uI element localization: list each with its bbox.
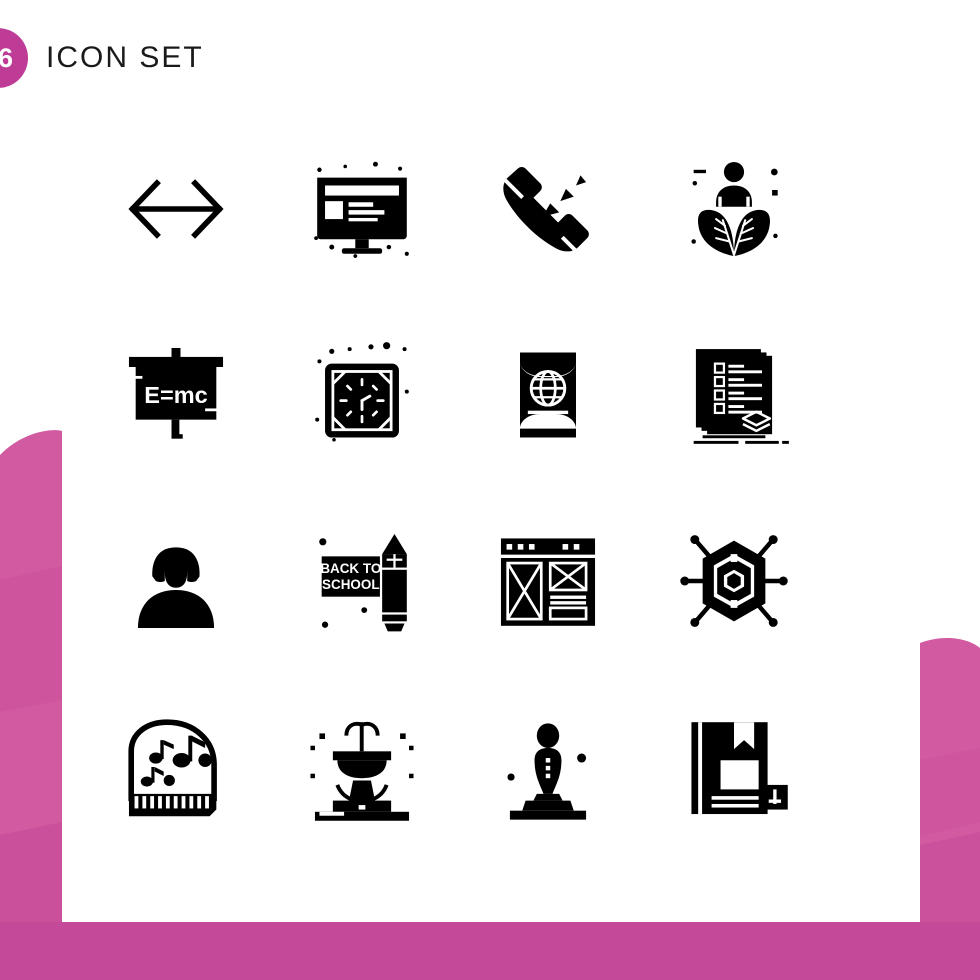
icon-cell-1[interactable]: [83, 116, 269, 302]
icon-cell-12[interactable]: [641, 488, 827, 674]
deco-left-column-shade-low: [0, 822, 62, 922]
square-wall-clock-icon: [315, 342, 409, 442]
global-ticket-passport-icon: [520, 352, 576, 438]
statue-monument-icon: [507, 723, 587, 820]
back-to-school-line1: BACK TO: [320, 561, 381, 576]
physics-presentation-board-icon: E=mc: [128, 347, 224, 439]
icon-cell-8[interactable]: [641, 302, 827, 488]
icon-cell-13[interactable]: [83, 674, 269, 860]
icon-cell-11[interactable]: [455, 488, 641, 674]
icon-cell-5[interactable]: E=mc: [83, 302, 269, 488]
deco-left-column-shade-mid: [0, 566, 62, 712]
checklist-documents-layers-icon: [693, 349, 789, 444]
icon-cell-6[interactable]: [269, 302, 455, 488]
deco-left-column: [0, 430, 62, 922]
back-to-school-line2: SCHOOL: [322, 577, 379, 592]
desktop-monitor-webpage-icon: [314, 161, 409, 258]
telephone-call-icon: [503, 167, 589, 257]
water-fountain-icon: [310, 721, 414, 821]
eco-person-leaves-icon: [691, 161, 778, 257]
grand-piano-music-notes-icon: [128, 719, 217, 817]
poster-header: 16 Icon Set: [0, 28, 204, 88]
bookmarked-book-icon: [691, 722, 788, 815]
physics-formula-text: E=mc: [144, 382, 207, 408]
icon-cell-10[interactable]: BACK TO SCHOOL: [269, 488, 455, 674]
icon-count-badge: 16: [0, 28, 28, 88]
molecule-nanotechnology-icon: [680, 535, 788, 627]
deco-bottom-band: [0, 922, 980, 980]
icon-cell-9[interactable]: [83, 488, 269, 674]
icon-cell-2[interactable]: [269, 116, 455, 302]
icon-set-poster: 16 Icon Set: [0, 0, 980, 980]
icon-cell-7[interactable]: [455, 302, 641, 488]
horizontal-resize-arrow-icon: [128, 179, 224, 239]
browser-wireframe-layout-icon: [500, 538, 596, 626]
deco-right-column-shade-low: [920, 832, 980, 922]
page-title: Icon Set: [46, 41, 204, 74]
icon-grid: E=mc BACK TO SCHOOL: [83, 116, 827, 860]
icon-cell-16[interactable]: [641, 674, 827, 860]
icon-cell-4[interactable]: [641, 116, 827, 302]
icon-cell-15[interactable]: [455, 674, 641, 860]
deco-right-column-shade-mid: [920, 748, 980, 836]
icon-cell-3[interactable]: [455, 116, 641, 302]
deco-right-column: [920, 637, 980, 922]
female-user-avatar-icon: [137, 547, 215, 629]
back-to-school-pencil-icon: BACK TO SCHOOL: [319, 533, 407, 632]
icon-cell-14[interactable]: [269, 674, 455, 860]
